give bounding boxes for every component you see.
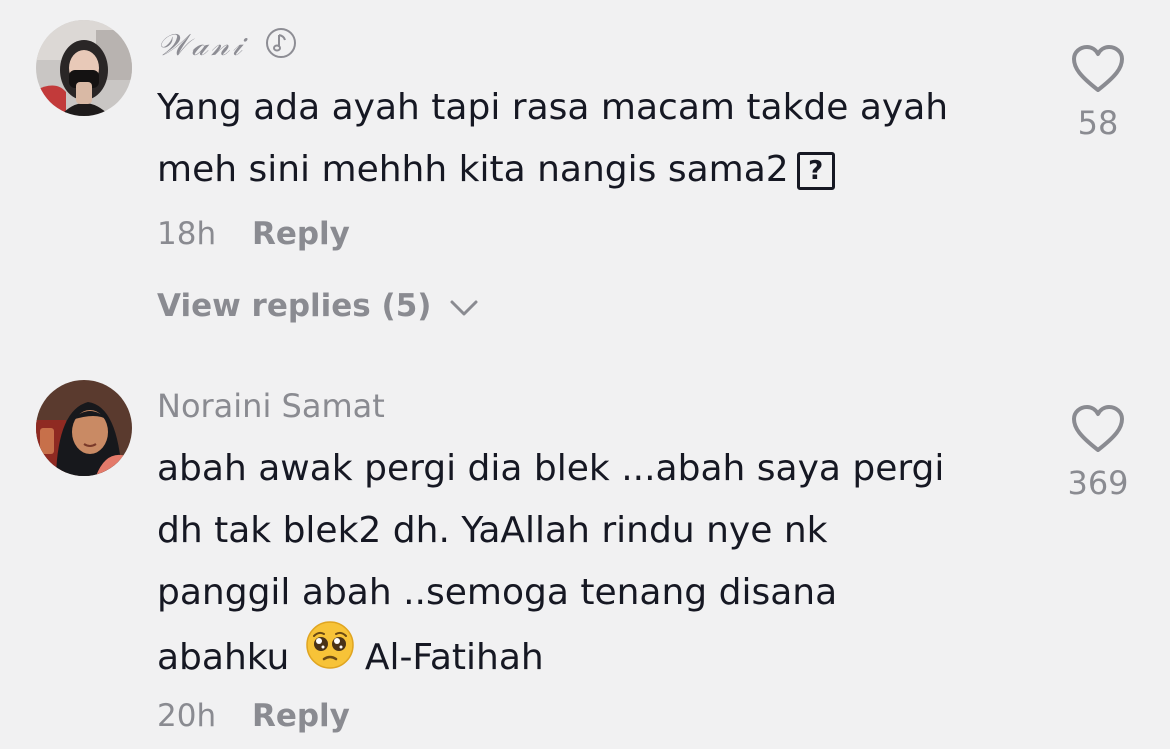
comment-meta: 18h Reply: [157, 216, 350, 252]
comment-line: meh sini mehhh kita nangis sama2: [157, 149, 789, 190]
view-replies-button[interactable]: View replies (5): [157, 288, 480, 324]
avatar[interactable]: [36, 380, 132, 476]
comment-line-with-emoji: abahku Al-Fatihah: [157, 621, 1037, 694]
view-replies-label: View replies (5): [157, 288, 432, 324]
comments-panel: 𝒲𝒶𝓃𝒾 Yang ada ayah tapi rasa macam takde…: [0, 0, 1170, 749]
comment-line: Al-Fatihah: [364, 637, 544, 678]
heart-outline-icon: [1072, 45, 1124, 92]
comment-text: abah awak pergi dia blek ...abah saya pe…: [157, 438, 1037, 694]
like-button[interactable]: 369: [1058, 404, 1138, 502]
comment-line: dh tak blek2 dh. YaAllah rindu nye nk: [157, 510, 828, 551]
comment-line: abahku: [157, 637, 290, 678]
like-button[interactable]: 58: [1058, 44, 1138, 142]
comment-line: abah awak pergi dia blek ...abah saya pe…: [157, 448, 945, 489]
timestamp: 20h: [157, 698, 217, 734]
reply-button[interactable]: Reply: [252, 698, 350, 734]
comment-text: Yang ada ayah tapi rasa macam takde ayah…: [157, 77, 1037, 201]
avatar[interactable]: [36, 20, 132, 116]
like-count: 58: [1077, 104, 1119, 142]
chevron-down-icon: [450, 300, 478, 315]
timestamp: 18h: [157, 216, 217, 252]
comment-line-with-glyph: meh sini mehhh kita nangis sama2?: [157, 139, 1037, 201]
username-text[interactable]: 𝒲𝒶𝓃𝒾: [157, 28, 245, 63]
pleading-face-emoji: [305, 620, 355, 690]
comment-line: panggil abah ..semoga tenang disana: [157, 572, 838, 613]
like-count: 369: [1067, 464, 1129, 502]
comment-meta: 20h Reply: [157, 698, 350, 734]
reply-button[interactable]: Reply: [252, 216, 350, 252]
username[interactable]: 𝒲𝒶𝓃𝒾: [157, 26, 298, 68]
comment-line: Yang ada ayah tapi rasa macam takde ayah: [157, 87, 949, 128]
music-note-circle-icon: [264, 26, 298, 68]
heart-outline-icon: [1072, 405, 1124, 452]
username[interactable]: Noraini Samat: [157, 387, 385, 425]
unknown-glyph-box: ?: [796, 152, 835, 190]
